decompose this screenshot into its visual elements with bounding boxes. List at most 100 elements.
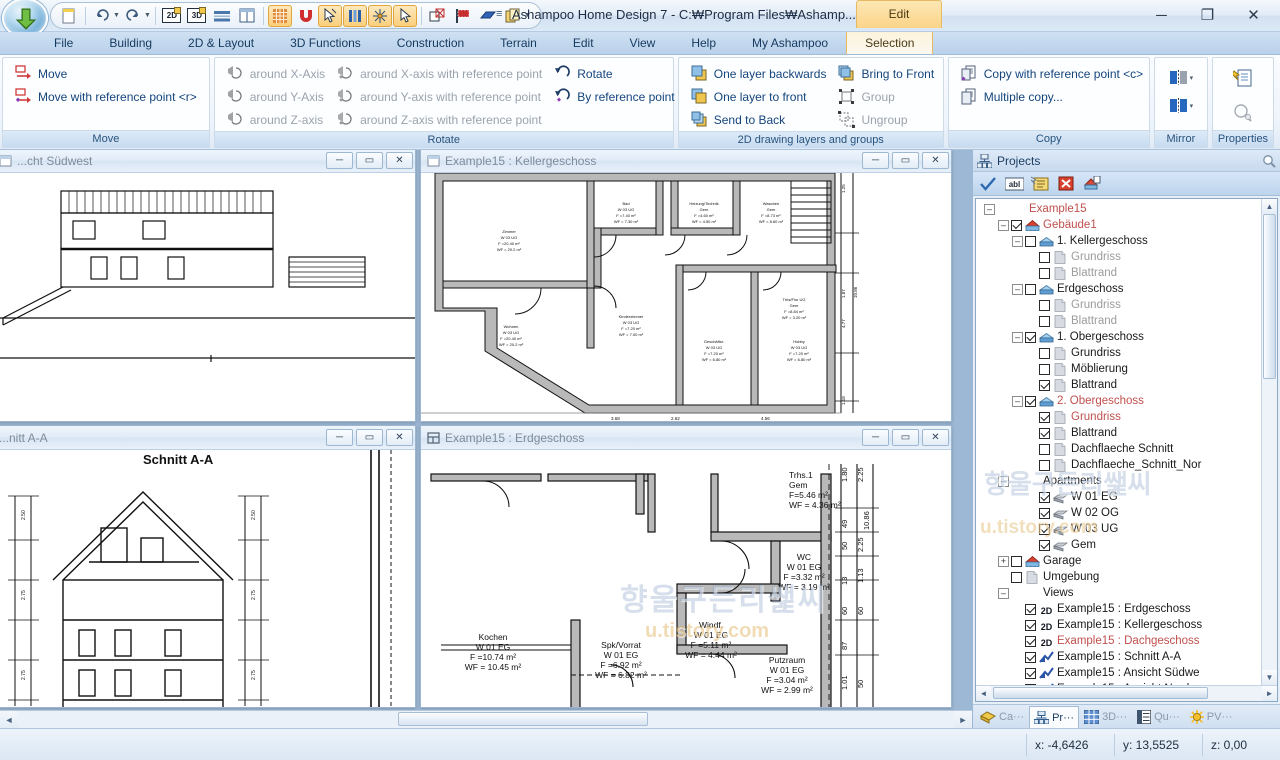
tree-item-garage[interactable]: + Garage (978, 553, 1261, 569)
scroll-right-icon[interactable]: ► (954, 711, 972, 728)
tab-2d-layout[interactable]: 2D & Layout (170, 32, 272, 54)
tree-item-blattrand[interactable]: Blattrand (978, 377, 1261, 393)
section-aa-canvas[interactable]: Schnitt A-A 2.50 2.75 2.75 2.50 2.75 2.7… (0, 450, 415, 707)
minimize-button[interactable]: ─ (326, 152, 353, 169)
scroll-track[interactable] (18, 711, 954, 728)
ground-floor-window[interactable]: Example15 : Erdgeschoss ─ ▭ ✕ Kochen W 0… (420, 425, 952, 708)
tree-item-example15[interactable]: – Example15 (978, 201, 1261, 217)
collapse-icon[interactable]: – (1012, 331, 1023, 343)
rotate-button[interactable]: Rotate (548, 62, 680, 85)
close-button[interactable]: ✕ (922, 429, 949, 446)
view-3d-icon[interactable]: 3D (185, 5, 209, 27)
mirror-horizontal-dropdown-icon[interactable]: ▾ (1190, 102, 1194, 110)
tree-item-example15-kellergeschoss[interactable]: 2D Example15 : Kellergeschoss (978, 617, 1261, 633)
tree-vertical-scrollbar[interactable]: ▲ ▼ (1261, 199, 1277, 685)
tab-quantities[interactable]: Qu··· (1132, 706, 1185, 728)
scroll-left-icon[interactable]: ◄ (0, 711, 18, 728)
redo-dropdown-icon[interactable]: ▼ (144, 12, 151, 19)
tree-item-blattrand[interactable]: Blattrand (978, 313, 1261, 329)
scroll-thumb[interactable] (398, 712, 648, 726)
tab-projects[interactable]: Pr··· (1029, 706, 1080, 728)
bring-to-front-button[interactable]: Bring to Front (832, 62, 940, 85)
tree-checkbox[interactable] (1025, 331, 1036, 343)
move-with-reference-point-button[interactable]: Move with reference point <r> (9, 85, 203, 108)
tree-item-grundriss[interactable]: Grundriss (978, 249, 1261, 265)
tile-vertical-icon[interactable] (235, 5, 259, 27)
edit-properties-button[interactable] (1028, 174, 1052, 194)
walls-icon[interactable] (342, 4, 367, 27)
undo-icon[interactable] (90, 5, 114, 27)
tab-selection[interactable]: Selection (846, 32, 934, 54)
minimize-button[interactable]: ─ (1139, 0, 1184, 30)
close-button[interactable]: ✕ (922, 152, 949, 169)
restore-button[interactable]: ▭ (892, 152, 919, 169)
mirror-horizontal-button[interactable]: ▾ (1163, 94, 1200, 117)
add-building-button[interactable] (1080, 174, 1104, 194)
tree-checkbox[interactable] (1025, 235, 1036, 247)
move-button[interactable]: Move (9, 62, 203, 85)
magnet-snap-icon[interactable] (293, 5, 317, 27)
tree-checkbox[interactable] (1039, 523, 1050, 535)
collapse-icon[interactable]: – (998, 219, 1009, 231)
hscroll-track[interactable] (991, 686, 1262, 701)
tree-item-1-kellergeschoss[interactable]: – 1. Kellergeschoss (978, 233, 1261, 249)
tree-checkbox[interactable] (1025, 667, 1036, 679)
tab-building[interactable]: Building (91, 32, 170, 54)
tab-view[interactable]: View (612, 32, 674, 54)
group-button[interactable]: Group (832, 85, 940, 108)
tree-item-dachflaeche-schnitt[interactable]: Dachflaeche Schnitt (978, 441, 1261, 457)
tree-item-1-obergeschoss[interactable]: – 1. Obergeschoss (978, 329, 1261, 345)
scroll-up-icon[interactable]: ▲ (1262, 199, 1277, 214)
tab-my-ashampoo[interactable]: My Ashampoo (734, 32, 846, 54)
one-layer-to-front-button[interactable]: One layer to front (685, 85, 833, 108)
tree-checkbox[interactable] (1025, 603, 1036, 615)
send-to-back-button[interactable]: Send to Back (685, 108, 833, 131)
minimize-button[interactable]: ─ (862, 429, 889, 446)
vscroll-thumb[interactable] (1263, 214, 1276, 379)
tree-item-erdgeschoss[interactable]: – Erdgeschoss (978, 281, 1261, 297)
maximize-button[interactable]: ❐ (1185, 0, 1230, 30)
basement-plan-canvas[interactable]: Zimmer W 03 UG F =20.40 m² WF = 20.2 m² Ba… (421, 173, 951, 421)
tree-checkbox[interactable] (1039, 267, 1050, 279)
ground-floor-titlebar[interactable]: Example15 : Erdgeschoss ─ ▭ ✕ (421, 426, 951, 450)
tree-checkbox[interactable] (1025, 651, 1036, 663)
restore-button[interactable]: ▭ (356, 152, 383, 169)
tree-item-geb-ude1[interactable]: – Gebäude1 (978, 217, 1261, 233)
magnifier-icon[interactable] (1262, 154, 1276, 168)
tree-checkbox[interactable] (1039, 347, 1050, 359)
tab-edit[interactable]: Edit (555, 32, 612, 54)
project-tree[interactable]: – Example15 – Gebäude1 – 1. Kellergeschoss Gru… (976, 199, 1261, 685)
rotate-around-x-axis-reference-button[interactable]: around X-axis with reference point (331, 62, 548, 85)
close-button[interactable]: ✕ (386, 429, 413, 446)
restore-button[interactable]: ▭ (356, 429, 383, 446)
tree-item-grundriss[interactable]: Grundriss (978, 345, 1261, 361)
multiple-copy-button[interactable]: Multiple copy... (955, 85, 1149, 108)
apply-check-button[interactable] (976, 174, 1000, 194)
tree-checkbox[interactable] (1039, 539, 1050, 551)
snap-point-icon[interactable] (367, 4, 392, 27)
minimize-button[interactable]: ─ (862, 152, 889, 169)
collapse-icon[interactable]: – (1012, 283, 1023, 295)
mirror-vertical-button[interactable]: ▾ (1163, 66, 1200, 89)
hscroll-thumb[interactable] (993, 687, 1208, 699)
tree-checkbox[interactable] (1025, 635, 1036, 647)
basement-plan-titlebar[interactable]: Example15 : Kellergeschoss ─ ▭ ✕ (421, 150, 951, 173)
restore-button[interactable]: ▭ (892, 429, 919, 446)
tab-help[interactable]: Help (673, 32, 734, 54)
ungroup-button[interactable]: Ungroup (832, 108, 940, 131)
section-aa-titlebar[interactable]: ...nitt A-A ─ ▭ ✕ (0, 426, 415, 450)
collapse-icon[interactable]: – (1012, 235, 1023, 247)
tree-item-grundriss[interactable]: Grundriss (978, 409, 1261, 425)
tab-catalog[interactable]: Ca··· (975, 706, 1029, 728)
tree-checkbox[interactable] (1039, 443, 1050, 455)
tree-item-m-blierung[interactable]: Möblierung (978, 361, 1261, 377)
copy-with-reference-point-button[interactable]: Copy with reference point <c> (955, 62, 1149, 85)
tab-3d-functions[interactable]: 3D Functions (272, 32, 379, 54)
rotate-by-reference-point-button[interactable]: By reference point (548, 85, 680, 108)
basement-plan-window[interactable]: Example15 : Kellergeschoss ─ ▭ ✕ Zimmer … (420, 150, 952, 422)
collapse-icon[interactable]: – (1012, 395, 1023, 407)
tree-item-blattrand[interactable]: Blattrand (978, 265, 1261, 281)
tile-horizontal-icon[interactable] (210, 5, 234, 27)
tree-checkbox[interactable] (1039, 507, 1050, 519)
tree-item-example15-ansicht-s-dwe[interactable]: Example15 : Ansicht Südwe (978, 665, 1261, 681)
